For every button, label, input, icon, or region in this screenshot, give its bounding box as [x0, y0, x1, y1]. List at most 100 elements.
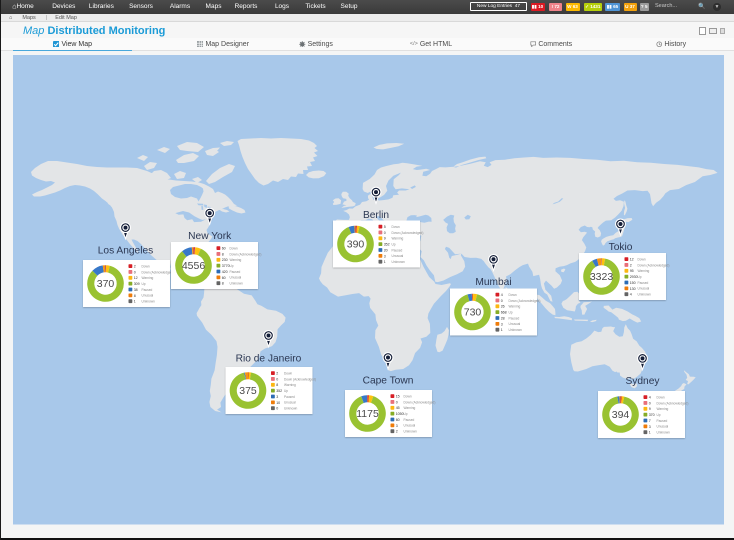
- svg-text:370: 370: [649, 413, 655, 417]
- svg-text:Unknown: Unknown: [142, 300, 156, 304]
- svg-text:4: 4: [630, 293, 632, 297]
- svg-text:2930: 2930: [630, 275, 638, 279]
- svg-text:Paused: Paused: [657, 419, 668, 423]
- svg-text:Unknown: Unknown: [284, 407, 298, 411]
- svg-text:Unusual: Unusual: [638, 287, 650, 291]
- svg-text:Down: Down: [230, 246, 238, 250]
- svg-text:Unknown: Unknown: [404, 430, 418, 434]
- svg-text:Warning: Warning: [230, 258, 242, 262]
- svg-text:668: 668: [501, 311, 507, 315]
- svg-text:Mumbai: Mumbai: [475, 277, 511, 288]
- svg-text:Unknown: Unknown: [638, 293, 652, 297]
- svg-text:Down (Acknowledged): Down (Acknowledged): [392, 231, 424, 235]
- svg-text:0: 0: [134, 270, 136, 274]
- svg-text:45: 45: [396, 406, 400, 410]
- svg-text:2: 2: [630, 263, 632, 267]
- svg-text:4: 4: [501, 293, 503, 297]
- svg-text:352: 352: [276, 389, 282, 393]
- svg-text:Unusual: Unusual: [404, 424, 416, 428]
- svg-text:Up: Up: [509, 310, 513, 314]
- svg-text:Up: Up: [638, 275, 642, 279]
- svg-text:8: 8: [222, 252, 224, 256]
- svg-text:3770: 3770: [222, 264, 230, 268]
- svg-text:Unusual: Unusual: [230, 276, 242, 280]
- svg-text:Tokio: Tokio: [609, 242, 633, 253]
- svg-text:Down (Acknowledged): Down (Acknowledged): [284, 377, 316, 381]
- svg-text:Paused: Paused: [230, 270, 241, 274]
- svg-text:3323: 3323: [590, 271, 614, 283]
- svg-text:2: 2: [276, 372, 278, 376]
- svg-text:60: 60: [396, 418, 400, 422]
- svg-text:309: 309: [134, 282, 140, 286]
- svg-text:Unknown: Unknown: [657, 431, 671, 435]
- svg-text:Paused: Paused: [638, 281, 649, 285]
- svg-text:Down: Down: [638, 257, 646, 261]
- svg-text:Cape Town: Cape Town: [363, 375, 414, 386]
- svg-text:60: 60: [222, 247, 226, 251]
- svg-text:1: 1: [384, 260, 386, 264]
- svg-text:26: 26: [501, 305, 505, 309]
- svg-text:60: 60: [222, 276, 226, 280]
- svg-text:Unusual: Unusual: [392, 254, 404, 258]
- svg-text:Down: Down: [509, 293, 517, 297]
- svg-text:3: 3: [649, 425, 651, 429]
- svg-text:420: 420: [222, 270, 228, 274]
- svg-text:0: 0: [501, 299, 503, 303]
- svg-text:12: 12: [630, 258, 634, 262]
- svg-text:150: 150: [630, 281, 636, 285]
- svg-text:730: 730: [464, 307, 482, 319]
- svg-text:8: 8: [134, 294, 136, 298]
- svg-text:0: 0: [276, 407, 278, 411]
- svg-text:Unknown: Unknown: [509, 328, 523, 332]
- svg-text:Unknown: Unknown: [230, 282, 244, 286]
- svg-text:Down: Down: [404, 394, 412, 398]
- svg-text:Unknown: Unknown: [392, 260, 406, 264]
- svg-text:Up: Up: [284, 389, 288, 393]
- svg-text:Paused: Paused: [392, 248, 403, 252]
- svg-text:3: 3: [384, 254, 386, 258]
- svg-text:Sydney: Sydney: [626, 376, 661, 387]
- svg-text:Down (Acknowledged): Down (Acknowledged): [638, 263, 670, 267]
- svg-text:Up: Up: [230, 264, 234, 268]
- svg-text:1: 1: [649, 431, 651, 435]
- svg-text:28: 28: [501, 316, 505, 320]
- svg-text:12: 12: [134, 276, 138, 280]
- svg-text:0: 0: [396, 400, 398, 404]
- svg-text:Warning: Warning: [638, 269, 650, 273]
- svg-text:Down: Down: [284, 371, 292, 375]
- svg-text:Up: Up: [142, 282, 146, 286]
- svg-text:Rio de Janeiro: Rio de Janeiro: [236, 353, 302, 364]
- svg-text:Unusual: Unusual: [657, 425, 669, 429]
- svg-text:Paused: Paused: [509, 316, 520, 320]
- svg-text:New York: New York: [188, 231, 232, 242]
- svg-text:Los Angeles: Los Angeles: [98, 245, 154, 256]
- svg-text:230: 230: [222, 258, 228, 262]
- svg-text:9: 9: [384, 237, 386, 241]
- svg-text:Down (Acknowledged): Down (Acknowledged): [230, 252, 262, 256]
- svg-text:2: 2: [134, 265, 136, 269]
- svg-text:5: 5: [384, 225, 386, 229]
- svg-text:0: 0: [384, 231, 386, 235]
- svg-text:1: 1: [134, 300, 136, 304]
- svg-text:8: 8: [222, 282, 224, 286]
- svg-text:Warning: Warning: [142, 276, 154, 280]
- svg-text:Down (Acknowledged): Down (Acknowledged): [509, 299, 541, 303]
- svg-text:375: 375: [239, 385, 257, 397]
- svg-text:10: 10: [276, 401, 280, 405]
- svg-text:Up: Up: [657, 413, 661, 417]
- svg-text:3: 3: [501, 322, 503, 326]
- svg-text:Down (Acknowledged): Down (Acknowledged): [657, 401, 689, 405]
- svg-text:Paused: Paused: [142, 288, 153, 292]
- svg-text:0: 0: [276, 377, 278, 381]
- svg-text:370: 370: [97, 278, 115, 290]
- svg-text:Warning: Warning: [392, 237, 404, 241]
- svg-text:130: 130: [630, 287, 636, 291]
- svg-text:0: 0: [649, 401, 651, 405]
- svg-text:Up: Up: [404, 412, 408, 416]
- svg-text:Warning: Warning: [284, 383, 296, 387]
- svg-text:38: 38: [134, 288, 138, 292]
- svg-text:Up: Up: [392, 242, 396, 246]
- svg-text:Warning: Warning: [657, 407, 669, 411]
- svg-text:15: 15: [396, 395, 400, 399]
- svg-text:1: 1: [501, 328, 503, 332]
